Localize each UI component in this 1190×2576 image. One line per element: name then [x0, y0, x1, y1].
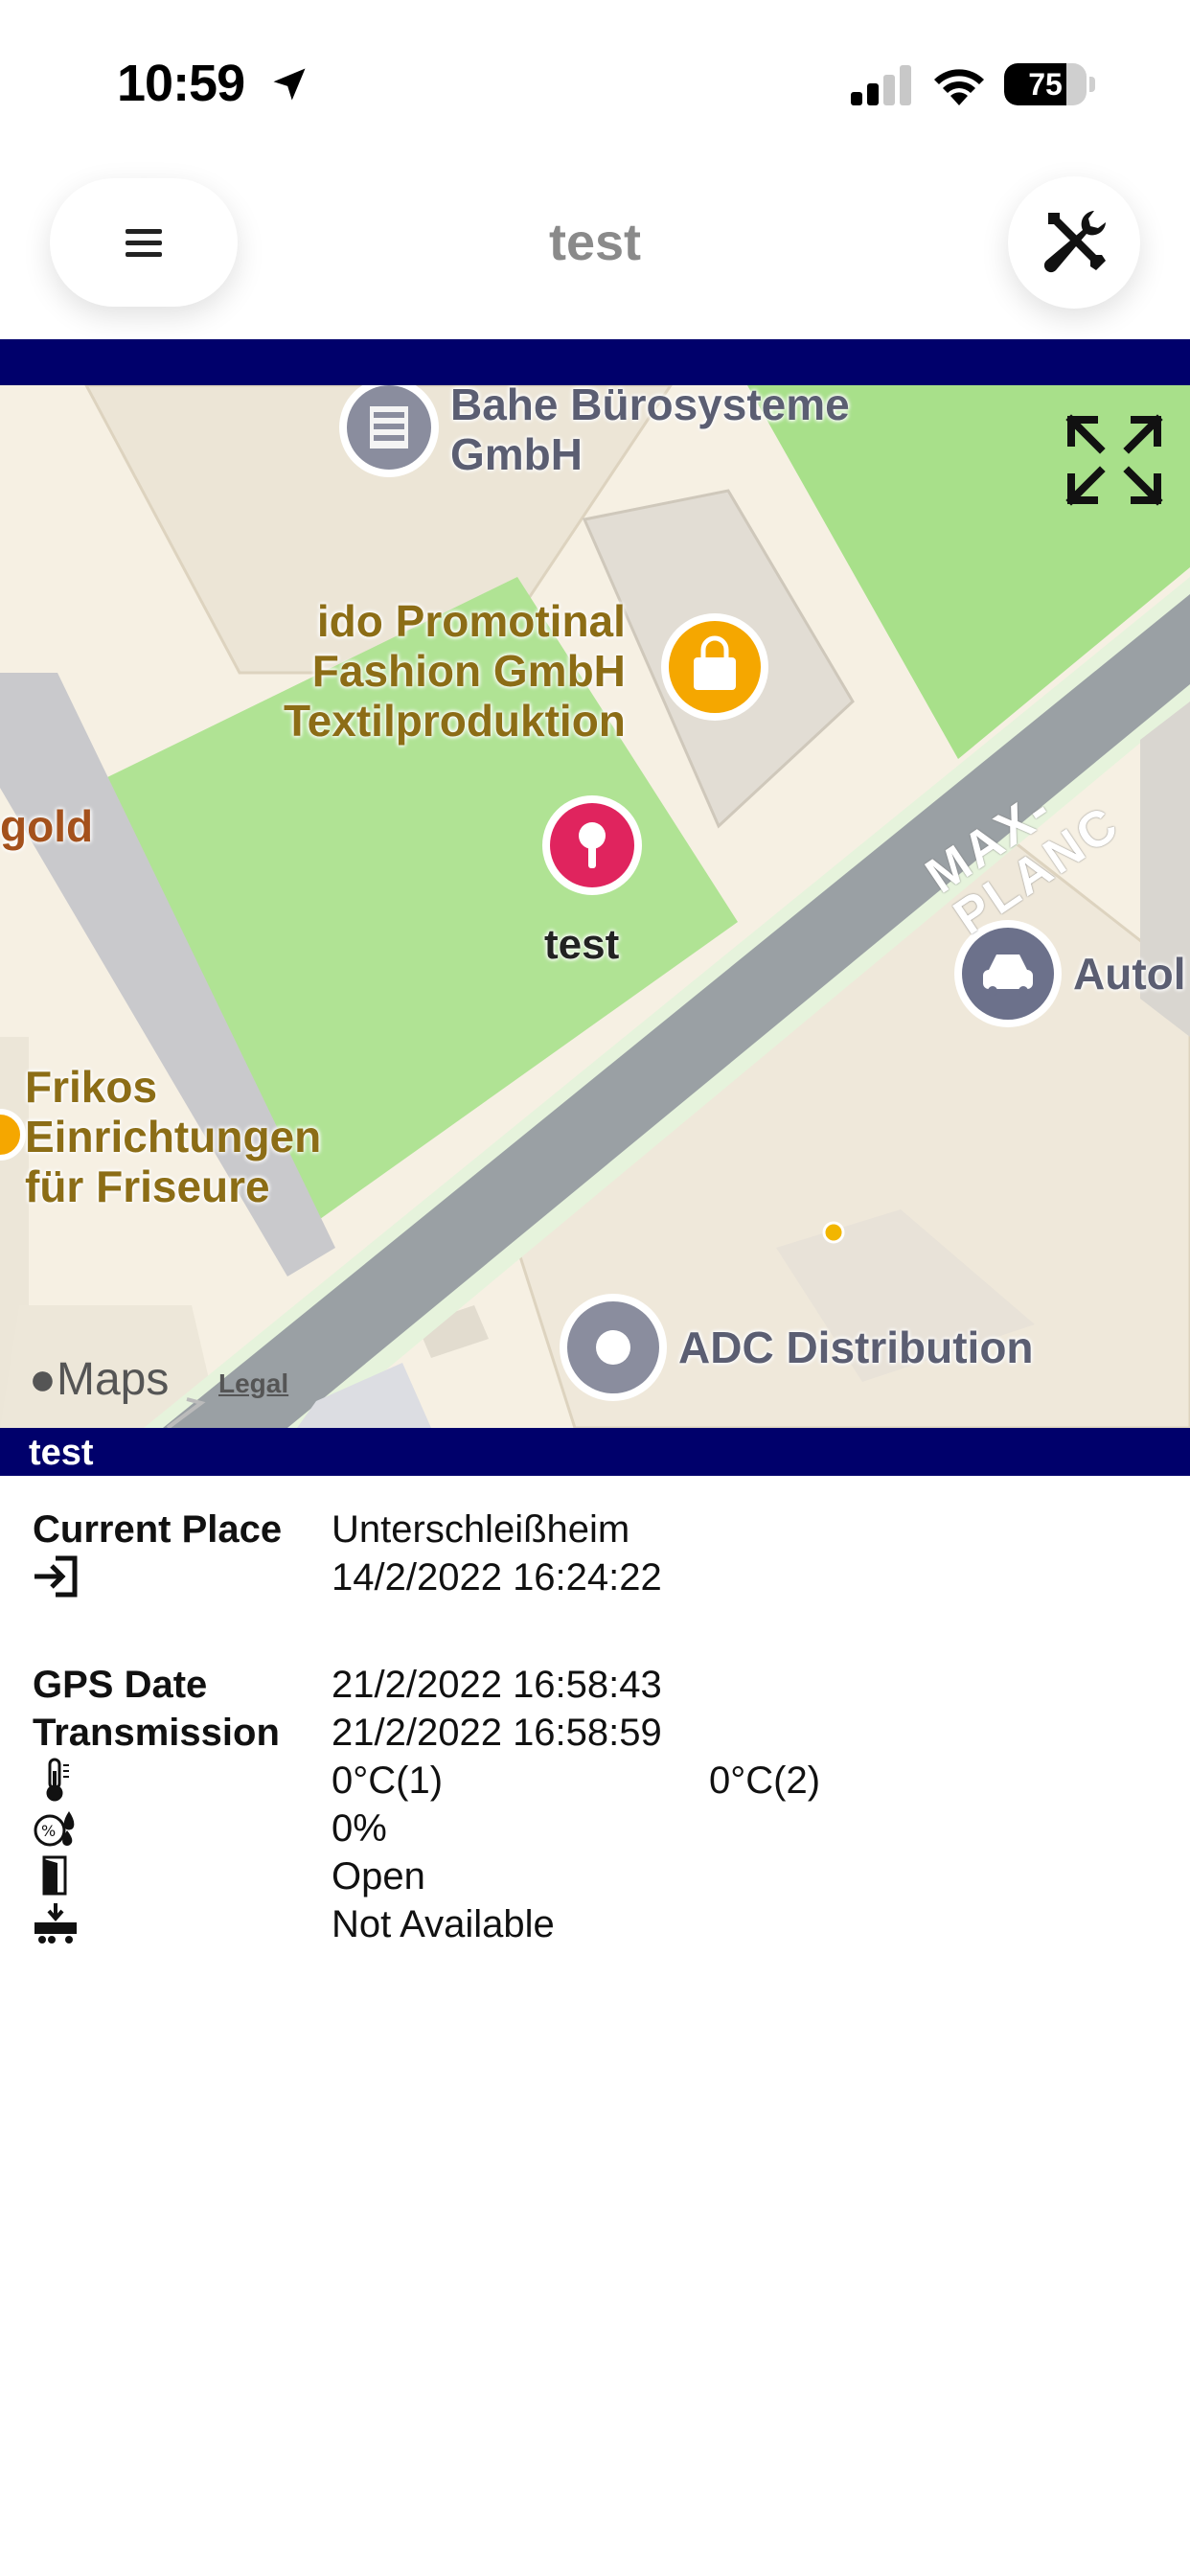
transmission-value: 21/2/2022 16:58:59 [332, 1712, 662, 1754]
map-view[interactable]: Bahe Bürosysteme GmbH ido Promotinal Fas… [0, 385, 1190, 1428]
legal-link[interactable]: Legal [218, 1368, 288, 1399]
distribution-poi-icon [560, 1294, 667, 1401]
maps-attribution-text: Maps [57, 1354, 170, 1405]
gps-date-label: GPS Date [33, 1664, 208, 1706]
location-arrow-icon [273, 68, 306, 101]
poi-label-gold[interactable]: gold [0, 801, 93, 851]
cellular-signal-icon [851, 65, 911, 105]
battery-percent: 75 [1028, 67, 1063, 102]
info-header-title: test [29, 1433, 94, 1473]
poi-label-bahe[interactable]: Bahe Bürosysteme GmbH [450, 385, 850, 479]
apple-logo-icon: ● [29, 1354, 57, 1405]
svg-text:%: % [41, 1822, 56, 1840]
poi-label-ido[interactable]: ido Promotinal Fashion GmbH Textilproduk… [284, 596, 626, 746]
location-pin-icon [542, 795, 642, 895]
tools-icon [1043, 211, 1106, 273]
poi-label-adc[interactable]: ADC Distribution [678, 1322, 1034, 1372]
transmission-label: Transmission [33, 1712, 280, 1754]
cargo-load-icon [34, 1903, 77, 1944]
map-header-band [0, 339, 1190, 385]
gps-date-value: 21/2/2022 16:58:43 [332, 1664, 662, 1706]
wifi-icon [934, 69, 984, 105]
shopping-bag-icon [661, 613, 768, 721]
settings-button[interactable] [1008, 176, 1140, 309]
temperature-2-value: 0°C(2) [709, 1760, 821, 1802]
door-status-value: Open [332, 1855, 425, 1898]
menu-button[interactable] [50, 178, 238, 307]
status-time: 10:59 [117, 55, 245, 112]
temperature-1-value: 0°C(1) [332, 1760, 444, 1802]
poi-label-autol[interactable]: Autol [1073, 949, 1186, 999]
hamburger-icon [126, 229, 162, 257]
humidity-value: 0% [332, 1807, 387, 1850]
thermometer-icon [46, 1758, 69, 1802]
entered-time-value: 14/2/2022 16:24:22 [332, 1556, 662, 1598]
pin-label[interactable]: test [544, 920, 619, 970]
info-header-band [0, 1428, 1190, 1476]
maps-attribution[interactable]: ●Maps [29, 1353, 169, 1406]
cargo-status-value: Not Available [332, 1903, 555, 1945]
poi-label-frikos[interactable]: Frikos Einrichtungen für Friseure [25, 1062, 321, 1211]
humidity-icon: % [34, 1811, 75, 1847]
battery-indicator: 75 [1004, 63, 1087, 105]
current-place-value: Unterschleißheim [332, 1508, 630, 1551]
door-icon [42, 1855, 67, 1896]
page-title: test [548, 214, 642, 271]
battery-tip [1089, 77, 1095, 92]
current-place-label: Current Place [33, 1508, 283, 1551]
sign-in-icon [34, 1555, 78, 1598]
